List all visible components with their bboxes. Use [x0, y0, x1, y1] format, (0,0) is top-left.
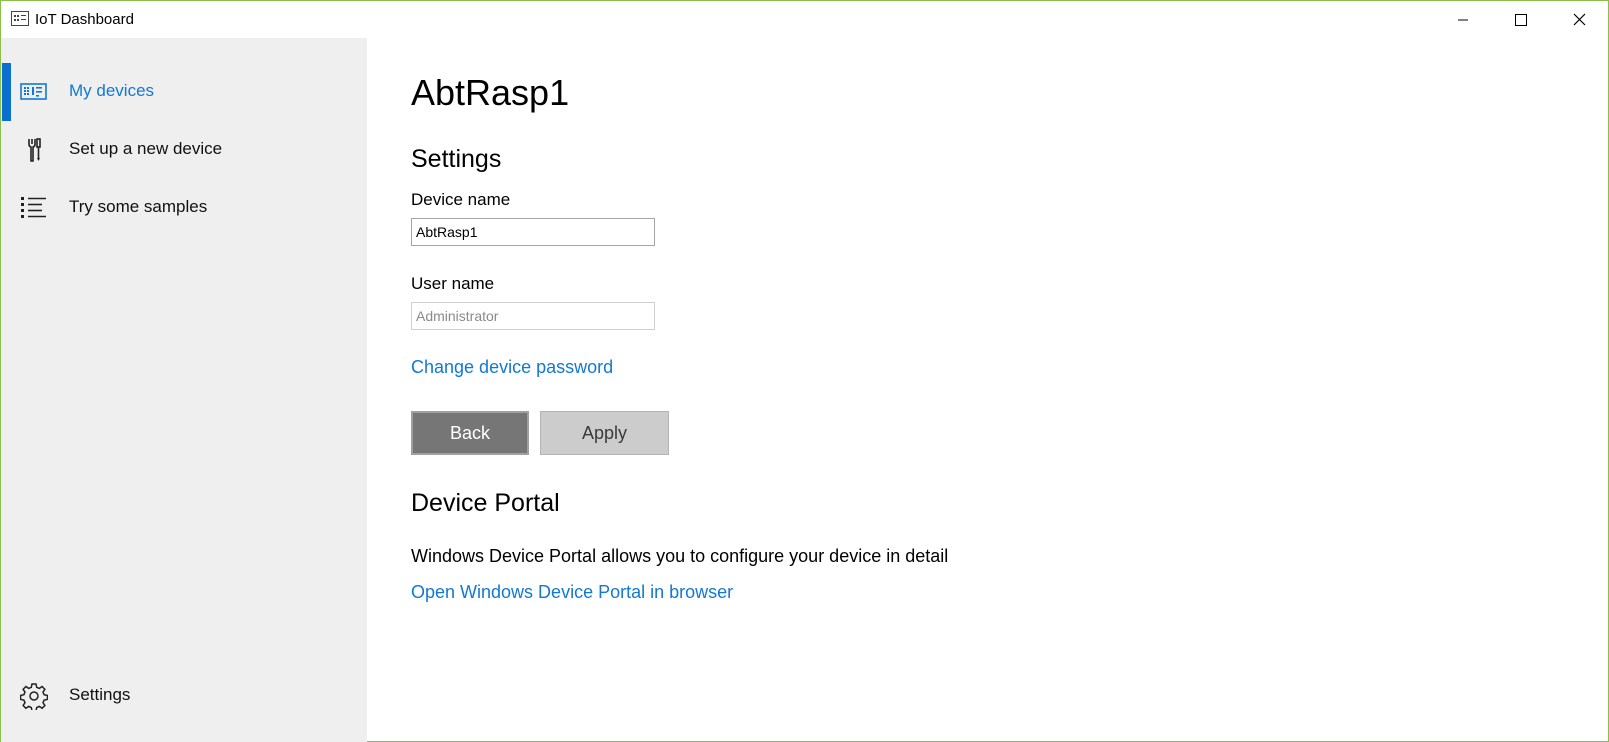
page-title: AbtRasp1 — [411, 72, 570, 113]
user-name-input — [411, 302, 655, 330]
sidebar-item-set-up-device[interactable]: Set up a new device — [1, 121, 367, 179]
window-title: IoT Dashboard — [35, 11, 134, 28]
selection-indicator — [2, 63, 11, 121]
tools-icon — [28, 138, 41, 162]
apply-button[interactable]: Apply — [540, 411, 669, 455]
app-window: IoT Dashboard My devices Set up a new de… — [0, 0, 1609, 742]
sidebar-item-my-devices[interactable]: My devices — [1, 63, 367, 121]
maximize-button[interactable] — [1492, 1, 1550, 38]
close-icon — [1573, 13, 1585, 26]
device-portal-description: Windows Device Portal allows you to conf… — [411, 546, 949, 566]
devices-icon — [20, 83, 47, 100]
settings-heading: Settings — [411, 145, 502, 173]
device-portal-heading: Device Portal — [411, 489, 560, 517]
device-name-label: Device name — [411, 190, 511, 209]
sidebar: My devices Set up a new device Try some … — [1, 38, 367, 742]
user-name-label: User name — [411, 274, 495, 293]
open-device-portal-link[interactable]: Open Windows Device Portal in browser — [411, 582, 733, 603]
change-password-link[interactable]: Change device password — [411, 357, 613, 378]
sidebar-item-label: Try some samples — [69, 197, 208, 216]
sidebar-item-label: My devices — [69, 81, 155, 100]
dashboard-icon — [11, 11, 29, 26]
sidebar-item-label: Settings — [69, 685, 131, 704]
sidebar-item-label: Set up a new device — [69, 139, 223, 158]
minimize-button[interactable] — [1434, 1, 1492, 38]
title-bar[interactable]: IoT Dashboard — [1, 1, 1608, 38]
list-icon — [21, 197, 46, 218]
sidebar-item-try-samples[interactable]: Try some samples — [1, 179, 367, 237]
device-name-input[interactable] — [411, 218, 655, 246]
minimize-icon — [1458, 19, 1468, 20]
gear-icon — [20, 683, 48, 710]
main-content: AbtRasp1 Settings Device name User name … — [367, 38, 1608, 742]
back-button[interactable]: Back — [411, 411, 529, 455]
close-button[interactable] — [1550, 1, 1608, 38]
maximize-icon — [1515, 13, 1527, 26]
sidebar-item-settings[interactable]: Settings — [1, 667, 367, 725]
